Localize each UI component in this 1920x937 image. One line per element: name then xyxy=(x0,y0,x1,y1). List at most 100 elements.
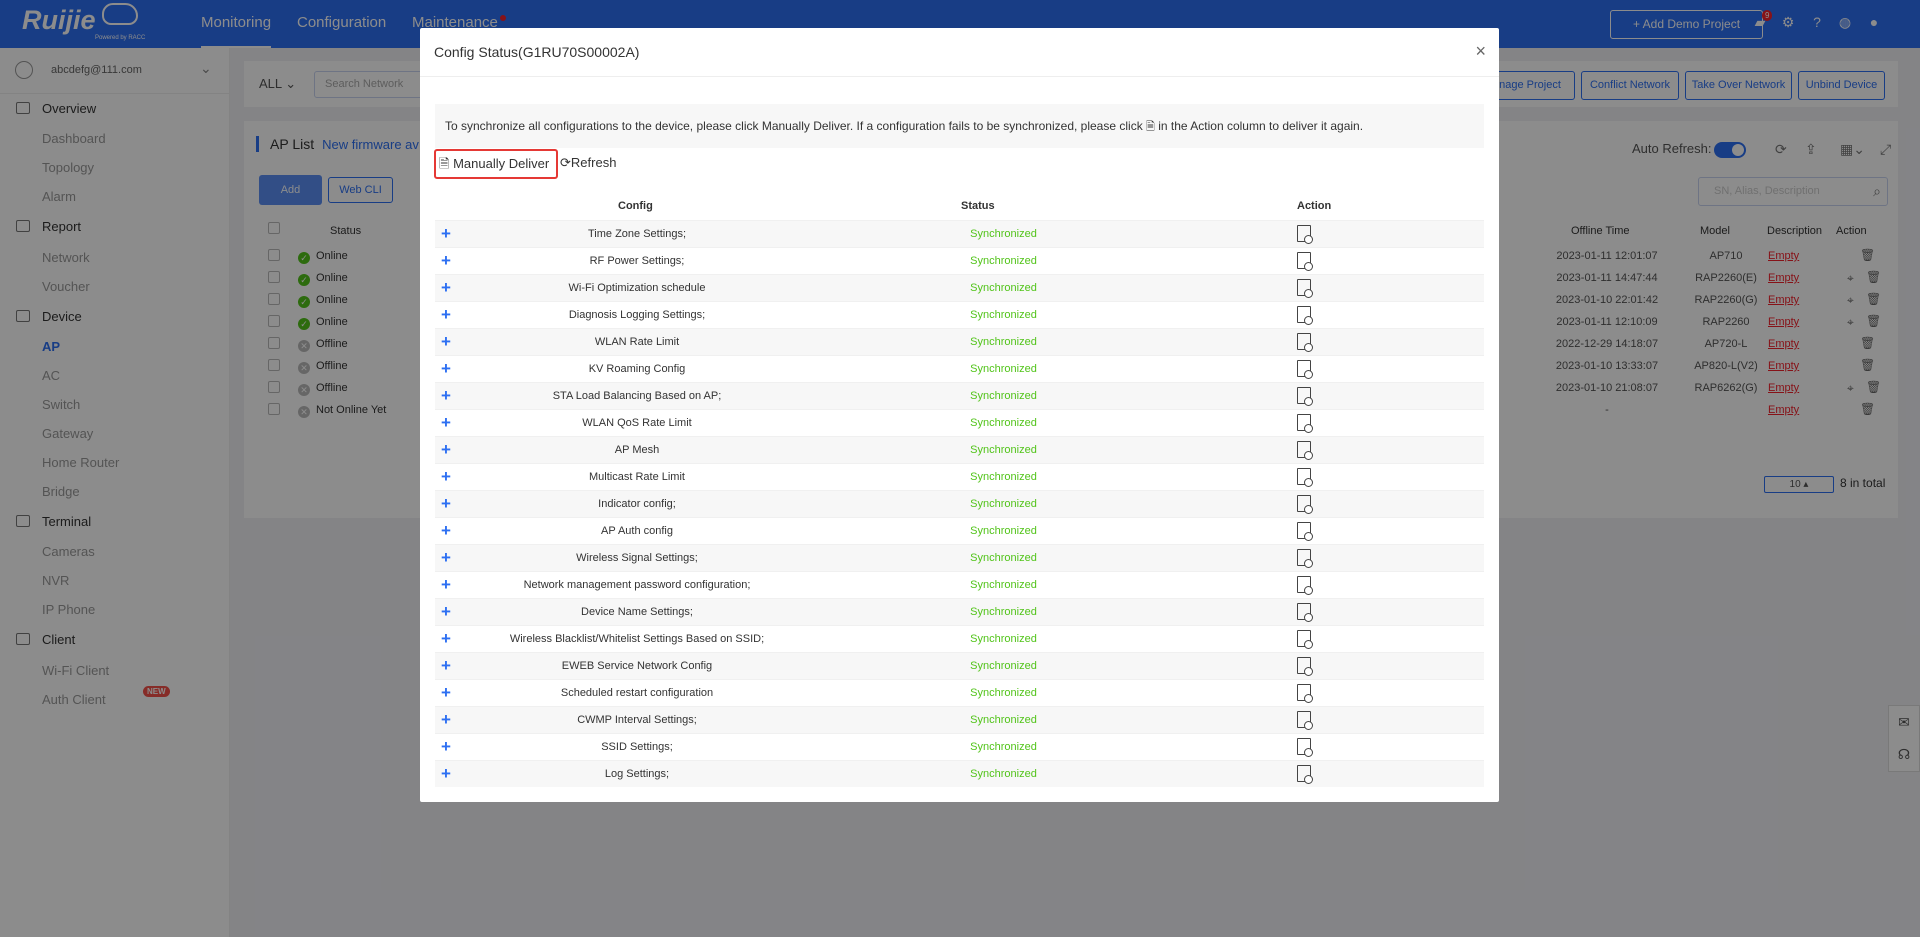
config-row: + AP Mesh Synchronized xyxy=(435,436,1484,463)
config-table: + Time Zone Settings; Synchronized + RF Powe… xyxy=(435,220,1484,787)
column-header-config: Config xyxy=(618,200,653,212)
sync-status: Synchronized xyxy=(970,660,1037,672)
config-name: SSID Settings; xyxy=(601,741,673,753)
sync-status: Synchronized xyxy=(970,498,1037,510)
config-row: + EWEB Service Network Config Synchronized xyxy=(435,652,1484,679)
config-name: Indicator config; xyxy=(598,498,676,510)
sync-status: Synchronized xyxy=(970,444,1037,456)
deliver-config-icon[interactable] xyxy=(1297,387,1313,406)
config-status-modal: Config Status(G1RU70S00002A) × To synchr… xyxy=(420,28,1499,802)
config-name: Wi-Fi Optimization schedule xyxy=(568,282,706,294)
deliver-config-icon[interactable] xyxy=(1297,522,1313,541)
config-name: Wireless Signal Settings; xyxy=(576,552,698,564)
column-header-status: Status xyxy=(961,200,995,212)
config-row: + Network management password configurati… xyxy=(435,571,1484,598)
deliver-config-icon[interactable] xyxy=(1297,657,1313,676)
deliver-config-icon[interactable] xyxy=(1297,225,1313,244)
deliver-config-icon[interactable] xyxy=(1297,684,1313,703)
sync-status: Synchronized xyxy=(970,579,1037,591)
sync-status: Synchronized xyxy=(970,255,1037,267)
sync-status: Synchronized xyxy=(970,282,1037,294)
deliver-config-icon[interactable] xyxy=(1297,603,1313,622)
config-row: + RF Power Settings; Synchronized xyxy=(435,247,1484,274)
manually-deliver-button[interactable]: 🗎 Manually Deliver xyxy=(434,149,558,179)
config-name: AP Auth config xyxy=(601,525,673,537)
deliver-config-icon[interactable] xyxy=(1297,549,1313,568)
sync-status: Synchronized xyxy=(970,633,1037,645)
column-header-action: Action xyxy=(1297,200,1332,212)
sync-status: Synchronized xyxy=(970,228,1037,240)
sync-status: Synchronized xyxy=(970,741,1037,753)
config-row: + Time Zone Settings; Synchronized xyxy=(435,220,1484,247)
config-name: Time Zone Settings; xyxy=(587,228,687,240)
deliver-config-icon[interactable] xyxy=(1297,360,1313,379)
config-name: Diagnosis Logging Settings; xyxy=(568,309,706,321)
deliver-config-icon[interactable] xyxy=(1297,414,1313,433)
deliver-config-icon[interactable] xyxy=(1297,711,1313,730)
config-name: WLAN QoS Rate Limit xyxy=(582,417,692,429)
config-row: + Wireless Signal Settings; Synchronized xyxy=(435,544,1484,571)
sync-status: Synchronized xyxy=(970,525,1037,537)
modal-header: Config Status(G1RU70S00002A) × xyxy=(420,28,1499,77)
deliver-config-icon[interactable] xyxy=(1297,468,1313,487)
deliver-config-icon[interactable] xyxy=(1297,576,1313,595)
close-icon[interactable]: × xyxy=(1475,41,1486,62)
sync-status: Synchronized xyxy=(970,363,1037,375)
deliver-icon: 🗎 xyxy=(1146,121,1155,133)
config-row: + WLAN QoS Rate Limit Synchronized xyxy=(435,409,1484,436)
config-name: Device Name Settings; xyxy=(581,606,693,618)
sync-status: Synchronized xyxy=(970,552,1037,564)
config-row: + CWMP Interval Settings; Synchronized xyxy=(435,706,1484,733)
config-row: + AP Auth config Synchronized xyxy=(435,517,1484,544)
sync-status: Synchronized xyxy=(970,768,1037,780)
refresh-icon: ⟳ xyxy=(560,155,571,170)
config-row: + SSID Settings; Synchronized xyxy=(435,733,1484,760)
config-name: EWEB Service Network Config xyxy=(561,660,713,672)
deliver-label: Manually Deliver xyxy=(453,156,550,171)
config-name: RF Power Settings; xyxy=(589,255,685,267)
config-row: + Log Settings; Synchronized xyxy=(435,760,1484,787)
deliver-config-icon[interactable] xyxy=(1297,252,1313,271)
config-name: Multicast Rate Limit xyxy=(589,471,685,483)
config-name: Network management password configuratio… xyxy=(523,579,751,591)
config-row: + Multicast Rate Limit Synchronized xyxy=(435,463,1484,490)
deliver-config-icon[interactable] xyxy=(1297,738,1313,757)
deliver-config-icon[interactable] xyxy=(1297,333,1313,352)
sync-status: Synchronized xyxy=(970,417,1037,429)
modal-title: Config Status(G1RU70S00002A) xyxy=(434,44,640,60)
config-row: + Device Name Settings; Synchronized xyxy=(435,598,1484,625)
sync-status: Synchronized xyxy=(970,471,1037,483)
config-row: + Diagnosis Logging Settings; Synchronized xyxy=(435,301,1484,328)
config-row: + Wireless Blacklist/Whitelist Settings B… xyxy=(435,625,1484,652)
sync-status: Synchronized xyxy=(970,714,1037,726)
refresh-label: Refresh xyxy=(570,155,617,170)
config-name: KV Roaming Config xyxy=(588,363,686,375)
deliver-config-icon[interactable] xyxy=(1297,630,1313,649)
config-name: Log Settings; xyxy=(604,768,670,780)
notice-text-end: in the Action column to deliver it again… xyxy=(1158,119,1364,133)
config-row: + Indicator config; Synchronized xyxy=(435,490,1484,517)
sync-status: Synchronized xyxy=(970,390,1037,402)
deliver-config-icon[interactable] xyxy=(1297,306,1313,325)
config-row: + WLAN Rate Limit Synchronized xyxy=(435,328,1484,355)
deliver-icon: 🗎 xyxy=(439,156,450,171)
config-name: CWMP Interval Settings; xyxy=(577,714,697,726)
sync-status: Synchronized xyxy=(970,687,1037,699)
config-row: + KV Roaming Config Synchronized xyxy=(435,355,1484,382)
notice-text: To synchronize all configurations to the… xyxy=(445,119,1143,133)
deliver-config-icon[interactable] xyxy=(1297,441,1313,460)
config-name: STA Load Balancing Based on AP; xyxy=(552,390,722,402)
deliver-config-icon[interactable] xyxy=(1297,765,1313,784)
config-row: + Scheduled restart configuration Synchron… xyxy=(435,679,1484,706)
deliver-config-icon[interactable] xyxy=(1297,495,1313,514)
sync-status: Synchronized xyxy=(970,606,1037,618)
sync-status: Synchronized xyxy=(970,336,1037,348)
config-row: + Wi-Fi Optimization schedule Synchronized xyxy=(435,274,1484,301)
refresh-button[interactable]: ⟳Refresh xyxy=(560,155,616,171)
config-row: + STA Load Balancing Based on AP; Synchron… xyxy=(435,382,1484,409)
deliver-config-icon[interactable] xyxy=(1297,279,1313,298)
config-name: Scheduled restart configuration xyxy=(560,687,714,699)
config-name: Wireless Blacklist/Whitelist Settings Ba… xyxy=(509,633,765,645)
sync-status: Synchronized xyxy=(970,309,1037,321)
sync-notice: To synchronize all configurations to the… xyxy=(435,104,1484,148)
